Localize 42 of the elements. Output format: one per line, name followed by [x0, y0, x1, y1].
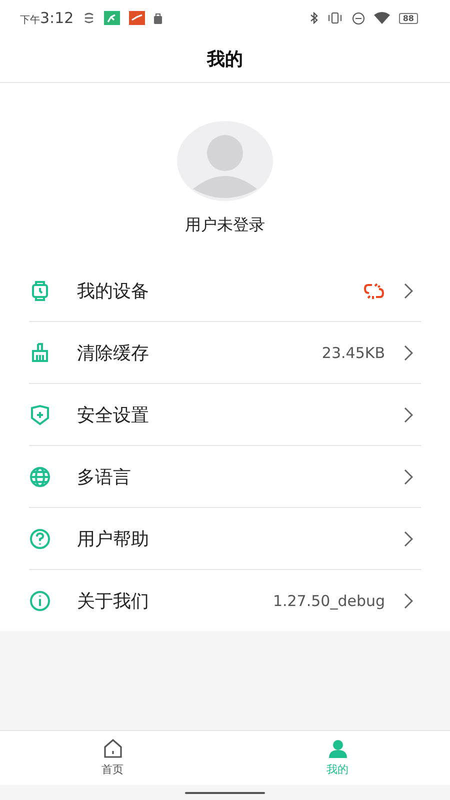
- app-icon: [128, 11, 145, 25]
- info-icon: [29, 590, 51, 612]
- chevron-right-icon: [403, 344, 413, 360]
- menu-label: 清除缓存: [77, 342, 149, 364]
- wifi-icon: [374, 12, 390, 24]
- menu-item[interactable]: 我的设备: [29, 260, 421, 322]
- menu-value: 23.45KB: [322, 344, 385, 362]
- lock-icon: [154, 12, 162, 24]
- menu-label: 关于我们: [77, 590, 149, 612]
- menu-item[interactable]: 多语言: [29, 446, 421, 508]
- chevron-right-icon: [403, 468, 413, 484]
- vibrate-icon: [326, 12, 343, 24]
- chevron-right-icon: [403, 592, 413, 608]
- menu-item[interactable]: 安全设置: [29, 384, 421, 446]
- broom-icon: [29, 342, 51, 364]
- menu-label: 用户帮助: [77, 528, 149, 550]
- do-not-disturb-icon: [352, 12, 365, 24]
- help-icon: [29, 528, 51, 550]
- menu-label: 多语言: [77, 466, 131, 488]
- user-icon: [328, 739, 348, 758]
- login-status[interactable]: 用户未登录: [185, 215, 265, 236]
- chevron-right-icon: [403, 530, 413, 546]
- menu-label: 我的设备: [77, 280, 149, 302]
- menu-item[interactable]: 关于我们 1.27.50_debug: [29, 570, 421, 631]
- shield-icon: [29, 404, 51, 426]
- app-icon: [104, 11, 120, 25]
- tab[interactable]: 首页: [0, 731, 225, 785]
- notification-icon: [82, 12, 95, 24]
- menu-item[interactable]: 清除缓存 23.45KB: [29, 322, 421, 384]
- status-time: 下午3:12: [20, 9, 74, 27]
- globe-icon: [29, 466, 51, 488]
- battery-level: 88: [398, 12, 418, 24]
- bluetooth-icon: [310, 12, 318, 24]
- menu-label: 安全设置: [77, 404, 149, 426]
- menu-item[interactable]: 用户帮助: [29, 508, 421, 570]
- page-title: 我的: [207, 48, 243, 71]
- menu-value: 1.27.50_debug: [272, 592, 385, 610]
- chevron-right-icon: [403, 282, 413, 298]
- watch-icon: [29, 280, 51, 302]
- avatar-icon[interactable]: [177, 121, 273, 201]
- chevron-right-icon: [403, 406, 413, 422]
- home-icon: [102, 739, 122, 758]
